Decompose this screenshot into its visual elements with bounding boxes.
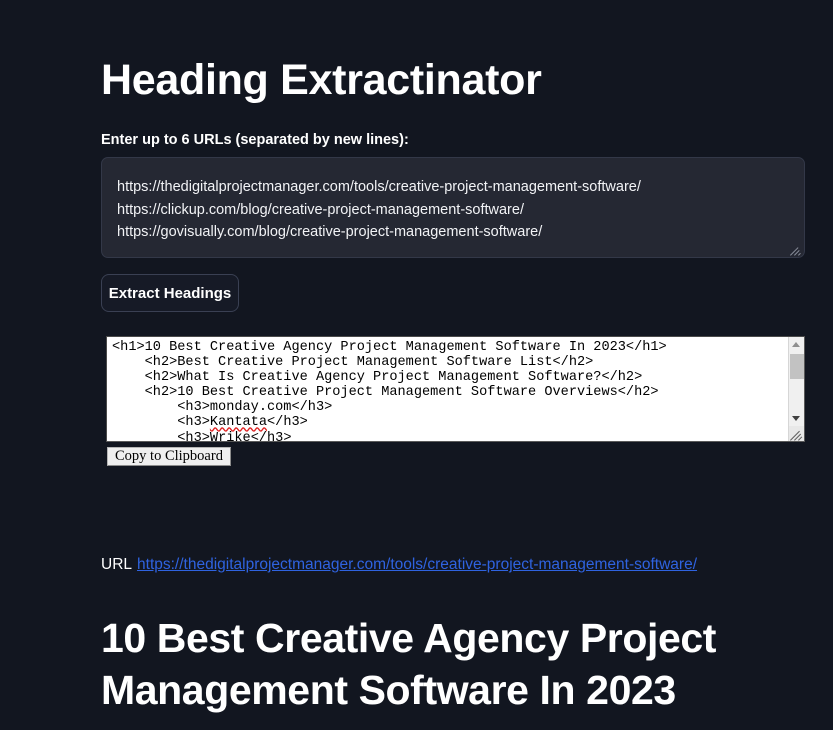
headings-output-container: <h1>10 Best Creative Agency Project Mana…: [106, 336, 805, 442]
result-url-link[interactable]: https://thedigitalprojectmanager.com/too…: [137, 556, 697, 573]
headings-output[interactable]: <h1>10 Best Creative Agency Project Mana…: [107, 337, 788, 441]
page-title: Heading Extractinator: [101, 58, 542, 103]
output-line: <h1>10 Best Creative Agency Project Mana…: [112, 340, 784, 355]
scroll-up-arrow-icon[interactable]: [789, 337, 804, 352]
copy-to-clipboard-button[interactable]: Copy to Clipboard: [107, 447, 231, 466]
misspelled-word: Kantata: [210, 415, 267, 430]
urls-input[interactable]: https://thedigitalprojectmanager.com/too…: [101, 157, 805, 258]
output-line: <h2>10 Best Creative Project Management …: [112, 385, 784, 400]
result-heading: 10 Best Creative Agency Project Manageme…: [101, 612, 761, 716]
output-scrollbar[interactable]: [788, 337, 804, 441]
scrollbar-thumb[interactable]: [790, 354, 804, 379]
extract-headings-button[interactable]: Extract Headings: [101, 274, 239, 312]
output-resize-handle[interactable]: [789, 426, 804, 441]
urls-input-label: Enter up to 6 URLs (separated by new lin…: [101, 132, 409, 148]
output-line: <h3>monday.com</h3>: [112, 400, 784, 415]
output-line: <h2>What Is Creative Agency Project Mana…: [112, 370, 784, 385]
result-url-label: URL: [101, 556, 132, 573]
scroll-down-arrow-icon[interactable]: [789, 411, 804, 426]
page-root: Heading Extractinator Enter up to 6 URLs…: [0, 0, 833, 730]
output-line: <h3>Kantata</h3>: [112, 415, 784, 430]
output-line: <h2>Best Creative Project Management Sof…: [112, 355, 784, 370]
result-url-line: URL https://thedigitalprojectmanager.com/…: [101, 555, 697, 574]
misspelled-word: Wrike: [210, 431, 251, 441]
output-line: <h3>Wrike</h3>: [112, 431, 784, 441]
